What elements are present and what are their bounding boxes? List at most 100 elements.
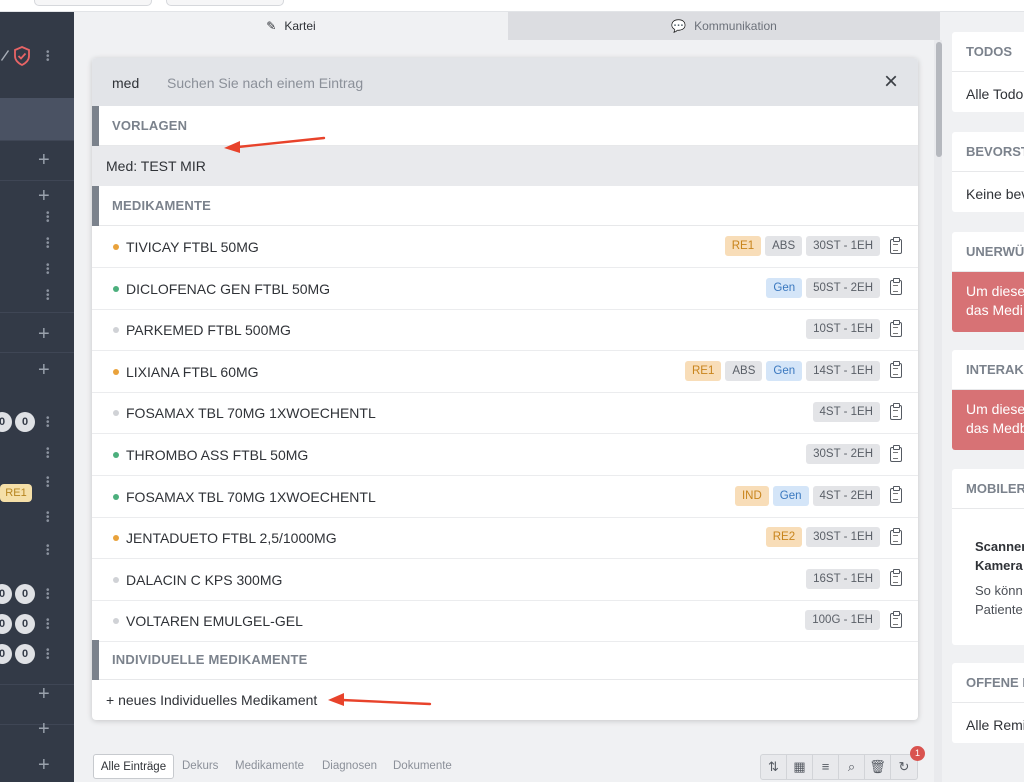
mobile-scanner-card: MOBILER Scanner Kamera So könn Patiente bbox=[952, 469, 1024, 645]
trash-icon[interactable]: 🗑 bbox=[865, 755, 891, 779]
medication-row[interactable]: FOSAMAX TBL 70MG 1XWOECHENTL IND Gen 4ST - … bbox=[92, 476, 918, 518]
clipboard-icon[interactable] bbox=[890, 236, 902, 254]
medication-name: DICLOFENAC GEN FTBL 50MG bbox=[126, 280, 331, 297]
tab-kartei[interactable]: ✎ Kartei bbox=[74, 12, 508, 40]
new-individual-medication-button[interactable]: + neues Individuelles Medikament bbox=[92, 680, 918, 720]
more-vertical-icon[interactable]: • • • bbox=[46, 261, 50, 279]
filter-medikamente[interactable]: Medikamente bbox=[235, 754, 304, 779]
todos-card: TODOS Alle Todo bbox=[952, 32, 1024, 112]
filter-dokumente[interactable]: Dokumente bbox=[393, 754, 452, 779]
medication-name: PARKEMED FTBL 500MG bbox=[126, 322, 291, 339]
tag-badge: Gen bbox=[766, 360, 803, 381]
template-item[interactable]: Med: TEST MIR bbox=[92, 146, 918, 186]
more-vertical-icon[interactable]: • • • bbox=[46, 287, 50, 305]
add-icon[interactable]: + bbox=[38, 755, 50, 775]
status-dot bbox=[113, 410, 119, 417]
shield-check-icon[interactable] bbox=[13, 46, 31, 66]
add-icon[interactable]: + bbox=[38, 186, 50, 206]
tab-label: Kartei bbox=[284, 19, 316, 33]
add-icon[interactable]: + bbox=[38, 324, 50, 344]
more-vertical-icon[interactable]: • • • bbox=[46, 542, 50, 560]
close-icon[interactable]: × bbox=[880, 70, 902, 94]
clipboard-icon[interactable] bbox=[890, 361, 902, 379]
more-vertical-icon[interactable]: • • • bbox=[46, 414, 50, 432]
bevorstehend-card: BEVORST Keine bev bbox=[952, 132, 1024, 212]
medication-row[interactable]: THROMBO ASS FTBL 50MG 30ST - 2EH bbox=[92, 434, 918, 476]
pencil-icon[interactable] bbox=[0, 48, 10, 62]
sidebar-active-item[interactable] bbox=[0, 98, 74, 140]
unerwuenscht-card: UNERWÜ Um diese das Medi bbox=[952, 232, 1024, 332]
table-icon[interactable]: ▦ bbox=[787, 755, 813, 779]
count-badge: 0 bbox=[0, 614, 12, 634]
search-input[interactable]: med bbox=[112, 58, 139, 108]
medication-row[interactable]: LIXIANA FTBL 60MG RE1 ABS Gen 14ST - 1EH bbox=[92, 351, 918, 393]
chat-bubbles-icon: 💬 bbox=[671, 19, 687, 33]
tab-label: Kommunikation bbox=[694, 19, 777, 33]
filter-dekurs[interactable]: Dekurs bbox=[182, 754, 218, 779]
package-badge: 50ST - 2EH bbox=[806, 277, 880, 298]
medication-row[interactable]: TIVICAY FTBL 50MG RE1 ABS 30ST - 1EH bbox=[92, 226, 918, 268]
clipboard-icon[interactable] bbox=[890, 319, 902, 337]
more-vertical-icon[interactable]: • • • bbox=[46, 48, 50, 66]
add-icon[interactable]: + bbox=[38, 150, 50, 170]
medication-tags: RE1 ABS 30ST - 1EH bbox=[721, 236, 902, 256]
search-placeholder[interactable]: Suchen Sie nach einem Eintrag bbox=[167, 58, 363, 108]
filter-diagnosen[interactable]: Diagnosen bbox=[322, 754, 377, 779]
more-vertical-icon[interactable]: • • • bbox=[46, 474, 50, 492]
clipboard-icon[interactable] bbox=[890, 444, 902, 462]
clipboard-icon[interactable] bbox=[890, 486, 902, 504]
tag-badge: RE1 bbox=[684, 360, 722, 381]
card-body: Keine bev bbox=[966, 186, 1024, 202]
medication-row[interactable]: DICLOFENAC GEN FTBL 50MG Gen 50ST - 2EH bbox=[92, 268, 918, 310]
package-badge: 10ST - 1EH bbox=[806, 319, 880, 340]
card-title: INTERAK bbox=[952, 350, 1024, 390]
tag-badge: RE2 bbox=[765, 527, 803, 548]
count-badge: 0 bbox=[0, 412, 12, 432]
add-icon[interactable]: + bbox=[38, 719, 50, 739]
tag-badge: ABS bbox=[725, 360, 763, 381]
top-tab-stub[interactable] bbox=[34, 0, 152, 6]
medication-tags: 10ST - 1EH bbox=[802, 319, 902, 340]
tag-badge: RE1 bbox=[724, 236, 762, 256]
more-vertical-icon[interactable]: • • • bbox=[46, 616, 50, 634]
more-vertical-icon[interactable]: • • • bbox=[46, 209, 50, 227]
sliders-icon[interactable]: ≡ bbox=[813, 755, 839, 779]
clipboard-icon[interactable] bbox=[890, 569, 902, 587]
pencil-icon: ✎ bbox=[266, 19, 277, 33]
medication-row[interactable]: DALACIN C KPS 300MG 16ST - 1EH bbox=[92, 559, 918, 601]
more-vertical-icon[interactable]: • • • bbox=[46, 445, 50, 463]
add-icon[interactable]: + bbox=[38, 684, 50, 704]
card-title: MOBILER bbox=[952, 469, 1024, 509]
clipboard-icon[interactable] bbox=[890, 402, 902, 420]
clipboard-icon[interactable] bbox=[890, 278, 902, 296]
scrollbar-thumb[interactable] bbox=[936, 42, 942, 157]
count-badge: 0 bbox=[15, 584, 35, 604]
more-vertical-icon[interactable]: • • • bbox=[46, 646, 50, 664]
search-icon[interactable]: ⌕ bbox=[839, 755, 865, 779]
medication-row[interactable]: PARKEMED FTBL 500MG 10ST - 1EH bbox=[92, 309, 918, 352]
clipboard-icon[interactable] bbox=[890, 610, 902, 628]
tab-kommunikation[interactable]: 💬 Kommunikation bbox=[508, 12, 940, 40]
left-sidebar: • • • + + • • • • • • • • • • • • + + 0 0 • • • • • • … bbox=[0, 12, 74, 782]
medication-name: FOSAMAX TBL 70MG 1XWOECHENTL bbox=[126, 488, 376, 505]
sort-icon[interactable]: ⇅ bbox=[761, 755, 787, 779]
medication-row[interactable]: JENTADUETO FTBL 2,5/1000MG RE2 30ST - 1EH bbox=[92, 517, 918, 560]
card-heading: Kamera bbox=[975, 558, 1023, 573]
more-vertical-icon[interactable]: • • • bbox=[46, 235, 50, 253]
card-heading: Scanner bbox=[975, 539, 1024, 554]
alert-line: Um diese bbox=[966, 401, 1024, 417]
clipboard-icon[interactable] bbox=[890, 527, 902, 545]
add-icon[interactable]: + bbox=[38, 360, 50, 380]
medication-row[interactable]: VOLTAREN EMULGEL-GEL 100G - 1EH bbox=[92, 600, 918, 643]
top-tab-stub[interactable] bbox=[166, 0, 284, 6]
alert-line: das Medi bbox=[966, 302, 1023, 318]
package-badge: 14ST - 1EH bbox=[806, 360, 880, 381]
card-text: So könn bbox=[975, 583, 1023, 598]
section-vorlagen: VORLAGEN bbox=[92, 106, 918, 146]
filter-all-entries[interactable]: Alle Einträge bbox=[93, 754, 174, 779]
offene-card: OFFENE F Alle Remi bbox=[952, 663, 1024, 743]
more-vertical-icon[interactable]: • • • bbox=[46, 586, 50, 604]
medication-row[interactable]: FOSAMAX TBL 70MG 1XWOECHENTL 4ST - 1EH bbox=[92, 392, 918, 435]
section-medikamente: MEDIKAMENTE bbox=[92, 186, 918, 226]
more-vertical-icon[interactable]: • • • bbox=[46, 509, 50, 527]
